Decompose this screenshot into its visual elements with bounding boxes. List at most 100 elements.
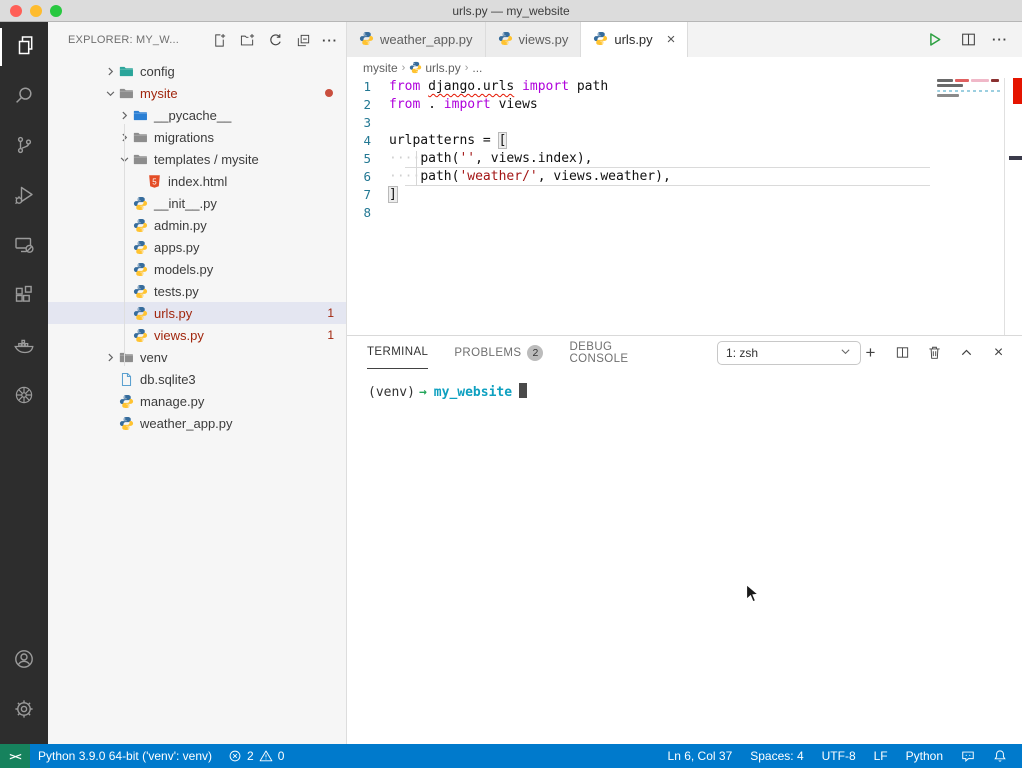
panel-tab-terminal[interactable]: TERMINAL [367,336,428,369]
python-icon [132,217,148,233]
tree-item-migrations[interactable]: migrations [48,126,346,148]
tab-label: weather_app.py [380,32,473,47]
tree-item-manage-py[interactable]: manage.py [48,390,346,412]
python-icon [132,261,148,277]
code-editor[interactable]: 1from django.urls import path2from . imp… [347,78,1022,335]
python-icon [118,393,134,409]
tree-item-index-html[interactable]: index.html [48,170,346,192]
status-label: Spaces: 4 [750,749,803,763]
tree-item-urls-py[interactable]: urls.py1 [48,302,346,324]
warning-icon [259,749,273,763]
tree-item-label: apps.py [154,240,200,255]
new-folder-icon[interactable] [238,31,256,49]
run-python-file-icon[interactable] [924,30,944,50]
activity-kubernetes[interactable] [0,372,48,422]
tree-item-admin-py[interactable]: admin.py [48,214,346,236]
remote-indicator[interactable]: >< [0,744,30,768]
indentation-status[interactable]: Spaces: 4 [741,744,812,768]
breadcrumb-separator: › [465,62,469,74]
folder-icon [132,107,148,123]
tab-views-py[interactable]: views.py [486,22,582,57]
code-text: urlpatterns = [ [389,132,506,150]
python-icon [498,31,513,49]
new-file-icon[interactable] [210,31,228,49]
cursor-position-status[interactable]: Ln 6, Col 37 [659,744,742,768]
tree-item-label: weather_app.py [140,416,233,431]
tab-urls-py[interactable]: urls.py× [581,22,688,57]
html-icon [146,173,162,189]
split-terminal-icon[interactable] [893,343,912,362]
tree-item-views-py[interactable]: views.py1 [48,324,346,346]
tab-weather_app-py[interactable]: weather_app.py [347,22,486,57]
tree-item-venv[interactable]: venv [48,346,346,368]
warning-count: 0 [278,749,285,763]
problem-badge: 1 [327,328,334,342]
tree-item--pycache-[interactable]: __pycache__ [48,104,346,126]
zoom-window-button[interactable] [50,5,62,17]
activity-docker[interactable] [0,322,48,372]
eol-status[interactable]: LF [865,744,897,768]
tree-item-templates-mysite[interactable]: templates / mysite [48,148,346,170]
close-panel-icon[interactable]: × [989,343,1008,362]
bell-icon[interactable] [984,744,1016,768]
tree-item-tests-py[interactable]: tests.py [48,280,346,302]
python-icon [359,31,374,49]
account-icon [12,647,36,676]
tree-item-models-py[interactable]: models.py [48,258,346,280]
minimap[interactable] [935,78,1003,188]
tree-item-db-sqlite3[interactable]: db.sqlite3 [48,368,346,390]
tree-item--init-py[interactable]: __init__.py [48,192,346,214]
language-mode-status[interactable]: Python [897,744,952,768]
maximize-panel-icon[interactable] [957,343,976,362]
window-title: urls.py — my_website [0,4,1022,18]
refresh-icon[interactable] [266,31,284,49]
extensions-icon [12,283,36,312]
more-icon[interactable]: ··· [992,32,1008,47]
titlebar[interactable]: urls.py — my_website [0,0,1022,22]
terminal-content[interactable]: (venv)→my_website [347,369,1022,744]
close-window-button[interactable] [10,5,22,17]
tree-item-apps-py[interactable]: apps.py [48,236,346,258]
activity-explorer[interactable] [0,22,48,72]
tree-item-config[interactable]: config [48,60,346,82]
activity-search[interactable] [0,72,48,122]
chevron-spacer [102,393,118,409]
folder-icon [118,85,134,101]
shell-select[interactable]: 1: zsh [717,341,861,365]
overview-ruler[interactable] [1004,78,1022,335]
tree-item-weather-app-py[interactable]: weather_app.py [48,412,346,434]
breadcrumb-item[interactable]: mysite [363,61,398,75]
tree-item-mysite[interactable]: mysite [48,82,346,104]
panel-tab-debug-console[interactable]: DEBUG CONSOLE [569,336,655,369]
encoding-status[interactable]: UTF-8 [813,744,865,768]
minimize-window-button[interactable] [30,5,42,17]
activity-remote-explorer[interactable] [0,222,48,272]
activity-account[interactable] [0,636,48,686]
python-interpreter-status[interactable]: Python 3.9.0 64-bit ('venv': venv) [30,744,220,768]
feedback-icon[interactable] [952,744,984,768]
kill-terminal-icon[interactable] [925,343,944,362]
activity-extensions[interactable] [0,272,48,322]
split-editor-icon[interactable] [958,30,978,50]
collapse-folders-icon[interactable] [294,31,312,49]
new-terminal-icon[interactable]: + [861,343,880,362]
tree-item-label: urls.py [154,306,192,321]
python-icon [593,31,608,49]
close-tab-icon[interactable]: × [667,32,676,47]
breadcrumb: mysite›urls.py›... [347,57,1022,78]
activity-settings[interactable] [0,686,48,736]
activity-source-control[interactable] [0,122,48,172]
panel-tab-problems[interactable]: PROBLEMS2 [454,336,543,369]
python-icon [132,239,148,255]
problems-status[interactable]: 2 0 [220,744,292,768]
more-icon[interactable]: ··· [322,33,338,48]
tree-item-label: tests.py [154,284,199,299]
line-number: 7 [347,186,389,204]
tree-item-label: __init__.py [154,196,217,211]
activity-run-debug[interactable] [0,172,48,222]
code-line-6: 6····path('weather/', views.weather), [347,168,1022,186]
code-text: from django.urls import path [389,78,608,96]
breadcrumb-item[interactable]: ... [472,61,482,75]
line-number: 8 [347,204,389,222]
breadcrumb-item[interactable]: urls.py [409,61,460,75]
